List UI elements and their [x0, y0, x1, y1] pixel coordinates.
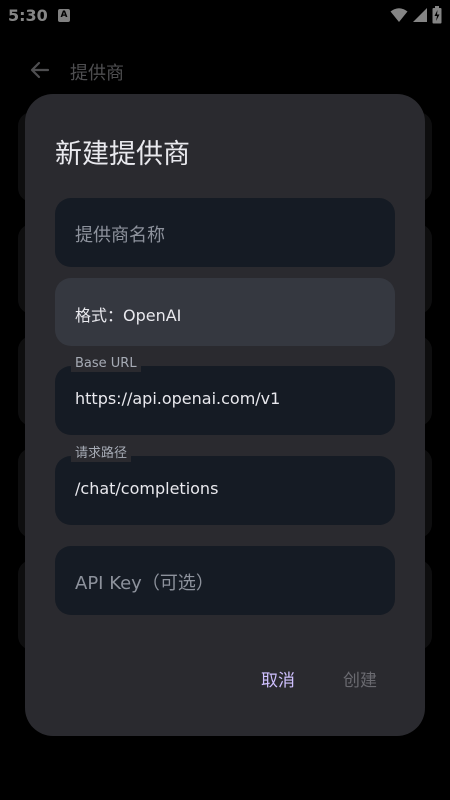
- api-key-placeholder: API Key（可选）: [75, 573, 214, 594]
- base-url-label: Base URL: [71, 356, 141, 372]
- dialog-actions: 取消 创建: [261, 666, 377, 691]
- dialog-title: 新建提供商: [55, 139, 190, 170]
- create-button[interactable]: 创建: [343, 666, 377, 691]
- api-key-field[interactable]: API Key（可选）: [55, 546, 395, 615]
- request-path-field[interactable]: 请求路径 /chat/completions: [55, 446, 395, 525]
- format-value: 格式：OpenAI: [75, 306, 182, 325]
- cancel-button[interactable]: 取消: [261, 666, 295, 691]
- base-url-field[interactable]: Base URL https://api.openai.com/v1: [55, 356, 395, 435]
- provider-name-placeholder: 提供商名称: [75, 225, 165, 246]
- new-provider-dialog: 新建提供商 提供商名称 格式：OpenAI Base URL https://a…: [25, 94, 425, 736]
- format-select[interactable]: 格式：OpenAI: [55, 278, 395, 346]
- base-url-value: https://api.openai.com/v1: [75, 389, 281, 408]
- request-path-label: 请求路径: [71, 446, 132, 462]
- provider-name-field[interactable]: 提供商名称: [55, 198, 395, 267]
- request-path-value: /chat/completions: [75, 479, 219, 498]
